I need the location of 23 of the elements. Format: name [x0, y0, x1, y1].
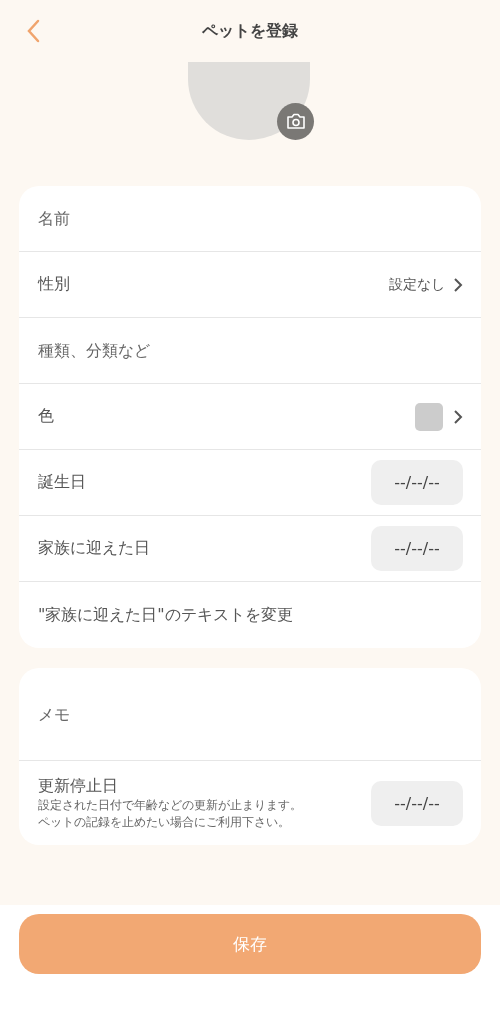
back-icon — [26, 19, 40, 43]
text-field[interactable]: 名前 — [38, 209, 463, 228]
field-description: 設定された日付で年齢などの更新が止まります。 — [38, 796, 303, 814]
field-label: 性別 — [38, 274, 71, 295]
color-swatch[interactable] — [415, 402, 443, 431]
date-picker[interactable]: --/--/-- — [371, 780, 463, 826]
avatar-placeholder[interactable] — [188, 62, 310, 140]
field-label: 家族に迎えた日 — [38, 538, 151, 559]
field-label: 色 — [38, 406, 55, 427]
rename-text-link[interactable]: "家族に迎えた日"のテキストを変更 — [38, 582, 463, 648]
field-description: ペットの記録を止めたい場合にご利用下さい。 — [38, 813, 291, 831]
date-picker[interactable]: --/--/-- — [371, 526, 463, 571]
camera-icon — [285, 113, 306, 130]
memo-field[interactable]: メモ — [38, 704, 463, 724]
chevron-right-icon — [453, 277, 463, 292]
field-value[interactable]: 設定なし — [389, 275, 445, 294]
screen-title: ペットを登録 — [202, 20, 298, 42]
chevron-right-icon — [453, 409, 463, 424]
field-label: 誕生日 — [38, 472, 87, 493]
date-picker[interactable]: --/--/-- — [371, 460, 463, 505]
camera-button[interactable] — [277, 103, 314, 140]
text-field[interactable]: 種類、分類など — [38, 341, 463, 360]
field-label: 更新停止日 — [38, 775, 119, 797]
